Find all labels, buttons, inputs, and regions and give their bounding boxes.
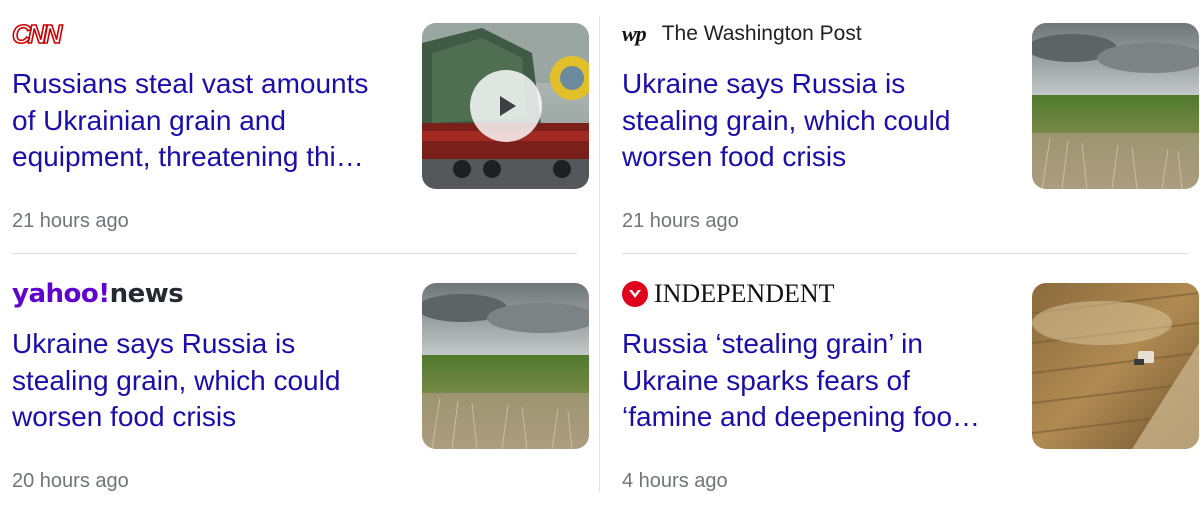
timestamp: 21 hours ago — [622, 210, 739, 232]
column-divider — [599, 16, 600, 492]
source-name: The Washington Post — [661, 22, 862, 45]
headline-link[interactable]: Russians steal vast amounts of Ukrainian… — [12, 66, 392, 176]
source-logo-yahoo-news: yahoo! news — [12, 278, 184, 310]
news-card-cnn[interactable]: CNN Russians steal vast amounts of Ukrai… — [11, 6, 592, 246]
yahoo-logo-text: yahoo — [12, 279, 99, 309]
row-divider-right — [622, 253, 1188, 254]
source-logo-cnn: CNN — [11, 18, 63, 50]
news-card-washington-post[interactable]: wp The Washington Post Ukraine says Russ… — [622, 6, 1200, 246]
headline-link[interactable]: Russia ‘stealing grain’ in Ukraine spark… — [622, 326, 1002, 436]
thumbnail-video[interactable] — [422, 23, 589, 189]
news-results-grid: CNN Russians steal vast amounts of Ukrai… — [0, 0, 1200, 502]
independent-logo-text: INDEPENDENT — [654, 279, 835, 308]
source-logo-independent: INDEPENDENT — [622, 278, 835, 310]
thumbnail-image[interactable] — [1032, 23, 1199, 189]
play-icon[interactable] — [470, 70, 542, 142]
headline-link[interactable]: Ukraine says Russia is stealing grain, w… — [622, 66, 1002, 176]
eagle-icon — [622, 281, 648, 307]
wp-mark-icon: wp — [622, 21, 647, 46]
cnn-logo-text: CNN — [11, 18, 63, 50]
source-logo-washington-post: wp The Washington Post — [622, 18, 862, 50]
news-card-yahoo-news[interactable]: yahoo! news Ukraine says Russia is steali… — [12, 266, 592, 506]
timestamp: 20 hours ago — [12, 470, 129, 492]
news-card-independent[interactable]: INDEPENDENT Russia ‘stealing grain’ in U… — [622, 266, 1200, 506]
timestamp: 21 hours ago — [12, 210, 129, 232]
thumbnail-image[interactable] — [1032, 283, 1199, 449]
headline-link[interactable]: Ukraine says Russia is stealing grain, w… — [12, 326, 392, 436]
thumbnail-image[interactable] — [422, 283, 589, 449]
row-divider-left — [12, 253, 577, 254]
timestamp: 4 hours ago — [622, 470, 728, 492]
yahoo-exclamation: ! — [98, 279, 110, 309]
news-logo-text: news — [109, 279, 184, 309]
